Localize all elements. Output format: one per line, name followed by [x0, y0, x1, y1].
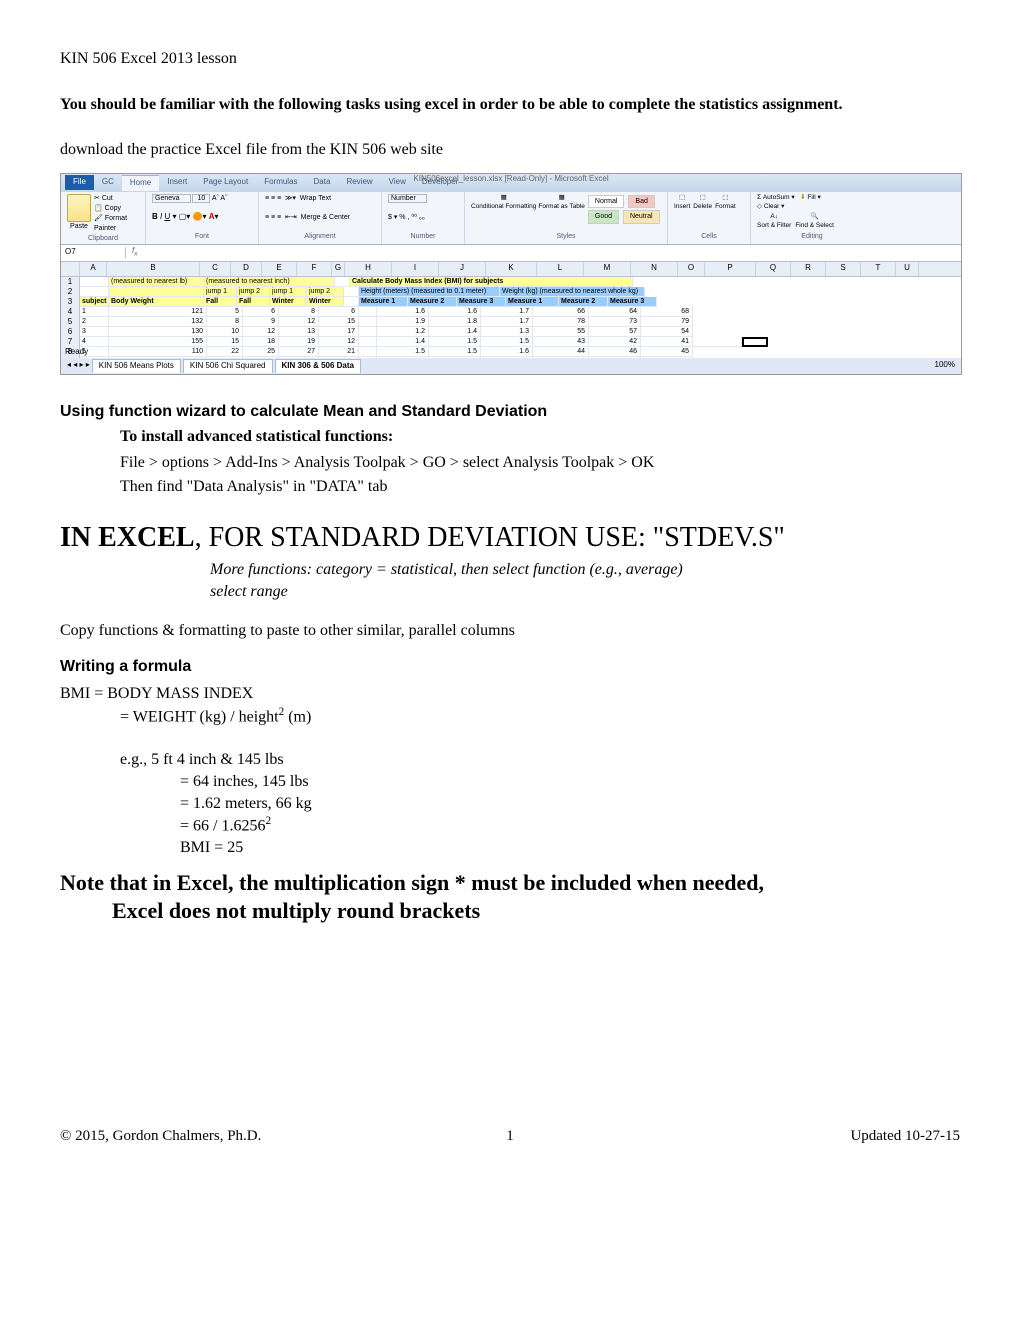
- number-format[interactable]: Number: [388, 194, 427, 203]
- status-bar: ◂ ◂ ▸ ▸ KIN 506 Means Plots KIN 506 Chi …: [61, 358, 961, 374]
- install-step2: Then find "Data Analysis" in "DATA" tab: [120, 476, 960, 498]
- col-header[interactable]: [61, 262, 80, 276]
- paste-button[interactable]: Paste: [67, 194, 91, 234]
- tab-home[interactable]: Home: [122, 175, 159, 191]
- formula-bar: O7 fx: [61, 245, 961, 262]
- col-header[interactable]: A: [80, 262, 107, 276]
- conditional-formatting-button[interactable]: ▦Conditional Formatting: [471, 194, 536, 225]
- bmi-example-3: = 66 / 1.62562: [180, 814, 960, 837]
- wrap-text-button[interactable]: Wrap Text: [300, 195, 331, 202]
- col-header[interactable]: E: [262, 262, 297, 276]
- ribbon-styles: ▦Conditional Formatting ▦Format as Table…: [465, 192, 668, 244]
- col-header[interactable]: O: [678, 262, 705, 276]
- merge-center-button[interactable]: Merge & Center: [301, 214, 350, 221]
- col-header[interactable]: Q: [756, 262, 791, 276]
- select-range-note: select range: [210, 581, 960, 603]
- ribbon-clipboard: Paste ✂ Cut 📋 Copy 🖌 Format Painter Clip…: [61, 192, 146, 244]
- col-header[interactable]: L: [537, 262, 584, 276]
- copy-functions-line: Copy functions & formatting to paste to …: [60, 620, 960, 642]
- font-family[interactable]: Geneva: [152, 194, 191, 203]
- multiplication-note: Note that in Excel, the multiplication s…: [60, 869, 960, 926]
- zoom-level[interactable]: 100%: [935, 360, 955, 371]
- excel-screenshot: KIN506excel_lesson.xlsx [Read-Only] - Mi…: [60, 173, 962, 375]
- install-step1: File > options > Add-Ins > Analysis Tool…: [120, 452, 960, 474]
- style-neutral[interactable]: Neutral: [623, 210, 660, 223]
- ribbon-editing: Σ AutoSum ▾ ⬇ Fill ▾ ◇ Clear ▾ A↓Sort & …: [751, 192, 873, 244]
- bmi-definition-2: = WEIGHT (kg) / height2 (m): [120, 705, 960, 728]
- tab-data[interactable]: Data: [306, 175, 339, 190]
- style-bad[interactable]: Bad: [628, 195, 654, 208]
- delete-button[interactable]: ⬚Delete: [693, 194, 712, 212]
- ribbon-cells: ⬚Insert ⬚Delete ⬚Format Cells: [668, 192, 751, 244]
- col-header[interactable]: K: [486, 262, 537, 276]
- ribbon-alignment: ≡ ≡ ≡ ≫▾ Wrap Text ≡ ≡ ≡ ⇤⇥ Merge & Cent…: [259, 192, 382, 244]
- col-header[interactable]: P: [705, 262, 756, 276]
- col-header[interactable]: S: [826, 262, 861, 276]
- footer-page-number: 1: [506, 1126, 514, 1146]
- ribbon-font: Geneva 10 Aˆ Aˇ B I U ▾ ▢▾ 🟠▾ A▾ Font: [146, 192, 259, 244]
- format-button[interactable]: ⬚Format: [715, 194, 736, 212]
- column-headers: ABCDEFGHIJKLMNOPQRSTU: [61, 262, 961, 277]
- format-painter-button[interactable]: 🖌 Format Painter: [94, 214, 139, 234]
- spreadsheet-grid[interactable]: ABCDEFGHIJKLMNOPQRSTU 1(measured to near…: [61, 262, 961, 360]
- insert-button[interactable]: ⬚Insert: [674, 194, 690, 212]
- tab-review[interactable]: Review: [338, 175, 380, 190]
- find-select-button[interactable]: 🔍Find & Select: [795, 213, 834, 231]
- intro-paragraph: You should be familiar with the followin…: [60, 94, 960, 116]
- bmi-example-intro: e.g., 5 ft 4 inch & 145 lbs: [120, 749, 960, 771]
- name-box[interactable]: O7: [61, 247, 126, 258]
- tab-view[interactable]: View: [381, 175, 414, 190]
- page-header: KIN 506 Excel 2013 lesson: [60, 48, 960, 70]
- col-header[interactable]: N: [631, 262, 678, 276]
- col-header[interactable]: J: [439, 262, 486, 276]
- style-good[interactable]: Good: [588, 210, 619, 223]
- bmi-definition-1: BMI = BODY MASS INDEX: [60, 683, 960, 705]
- more-functions-note: More functions: category = statistical, …: [210, 559, 960, 581]
- format-as-table-button[interactable]: ▦Format as Table: [538, 194, 584, 225]
- tab-insert[interactable]: Insert: [159, 175, 195, 190]
- font-size[interactable]: 10: [192, 194, 210, 203]
- sort-filter-button[interactable]: A↓Sort & Filter: [757, 213, 791, 231]
- autosum-button[interactable]: AutoSum: [763, 194, 790, 201]
- bmi-example-1: = 64 inches, 145 lbs: [180, 771, 960, 793]
- bmi-example-2: = 1.62 meters, 66 kg: [180, 793, 960, 815]
- copy-button[interactable]: 📋 Copy: [94, 204, 139, 214]
- page-footer: © 2015, Gordon Chalmers, Ph.D. 1 Updated…: [60, 1126, 960, 1146]
- col-header[interactable]: F: [297, 262, 332, 276]
- col-header[interactable]: D: [231, 262, 262, 276]
- tab-formulas[interactable]: Formulas: [256, 175, 305, 190]
- tab-file[interactable]: File: [65, 175, 94, 190]
- section-writing-formula-title: Writing a formula: [60, 656, 960, 678]
- sheet-tab-3[interactable]: KIN 306 & 506 Data: [275, 359, 361, 373]
- excel-window-title: KIN506excel_lesson.xlsx [Read-Only] - Mi…: [413, 174, 608, 185]
- col-header[interactable]: B: [107, 262, 200, 276]
- status-ready: Ready: [65, 347, 88, 358]
- ribbon-number: Number $ ▾ % , ⁰⁰ ₀₀ Number: [382, 192, 465, 244]
- section-function-wizard-title: Using function wizard to calculate Mean …: [60, 401, 960, 423]
- col-header[interactable]: H: [345, 262, 392, 276]
- col-header[interactable]: R: [791, 262, 826, 276]
- tab-pagelayout[interactable]: Page Layout: [195, 175, 256, 190]
- col-header[interactable]: I: [392, 262, 439, 276]
- excel-ribbon: Paste ✂ Cut 📋 Copy 🖌 Format Painter Clip…: [61, 192, 961, 245]
- col-header[interactable]: C: [200, 262, 231, 276]
- fx-icon[interactable]: fx: [126, 246, 144, 259]
- install-subtitle: To install advanced statistical function…: [120, 426, 960, 448]
- col-header[interactable]: U: [896, 262, 919, 276]
- col-header[interactable]: M: [584, 262, 631, 276]
- download-instruction: download the practice Excel file from th…: [60, 139, 960, 161]
- col-header[interactable]: G: [332, 262, 345, 276]
- bmi-example-4: BMI = 25: [180, 837, 960, 859]
- sheet-tab-2[interactable]: KIN 506 Chi Squared: [183, 359, 273, 373]
- col-header[interactable]: T: [861, 262, 896, 276]
- style-normal[interactable]: Normal: [588, 195, 625, 208]
- stdev-title: IN EXCEL, FOR STANDARD DEVIATION USE: "S…: [60, 519, 960, 557]
- footer-updated: Updated 10-27-15: [850, 1126, 960, 1146]
- cut-button[interactable]: ✂ Cut: [94, 194, 139, 204]
- footer-copyright: © 2015, Gordon Chalmers, Ph.D.: [60, 1126, 261, 1146]
- sheet-tab-1[interactable]: KIN 506 Means Plots: [92, 359, 181, 373]
- tab-gc[interactable]: GC: [94, 175, 122, 190]
